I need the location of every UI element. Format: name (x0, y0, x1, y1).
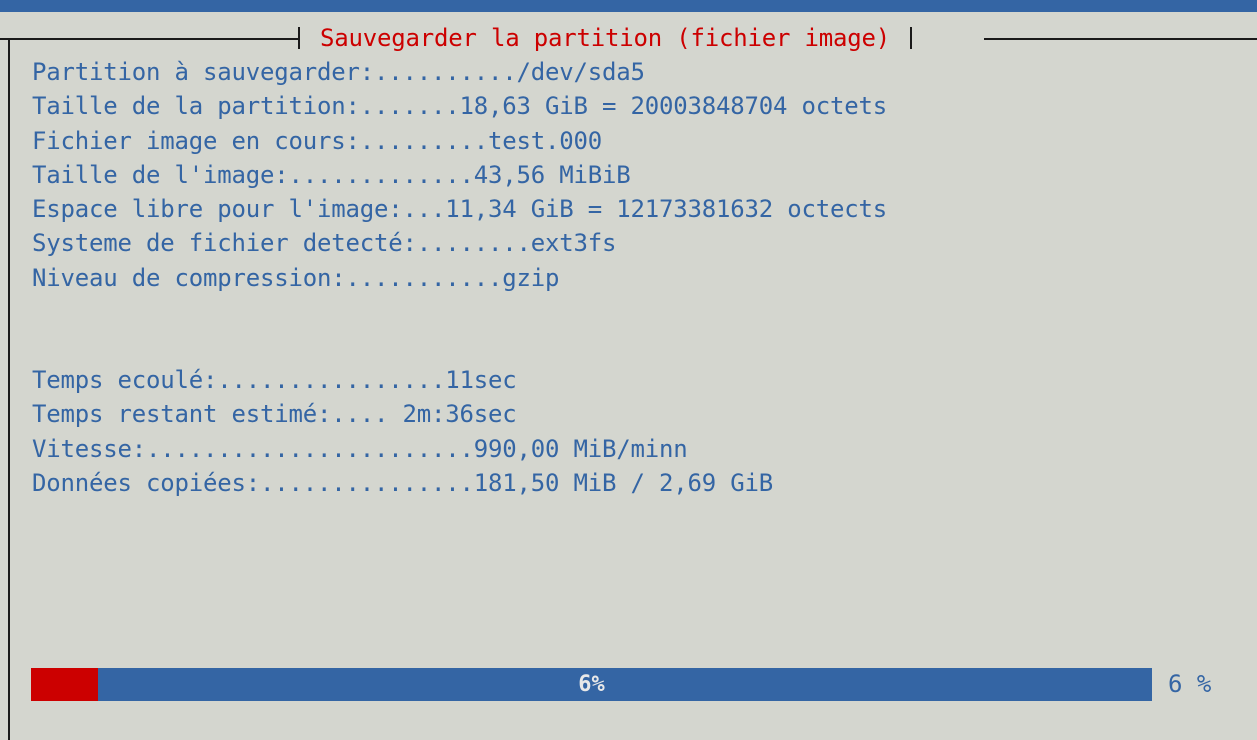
frame-left-line (8, 38, 10, 740)
frame-top-left-line (0, 38, 298, 40)
stat-elapsed-time: Temps ecoulé:................11sec (32, 366, 517, 394)
stat-data-copied: Données copiées:...............181,50 Mi… (32, 468, 773, 497)
info-filesystem: Systeme de fichier detecté:........ext3f… (32, 229, 617, 258)
frame-top-right-line (984, 38, 1257, 40)
title-right-tick (909, 27, 912, 49)
dialog-title: Sauvegarder la partition (fichier image) (320, 24, 890, 52)
progress-bar: 6% (31, 668, 1152, 701)
top-border-bar (0, 0, 1257, 12)
stat-remaining-time: Temps restant estimé:.... 2m:36sec (32, 400, 517, 429)
info-free-space: Espace libre pour l'image:...11,34 GiB =… (32, 195, 887, 224)
info-image-size: Taille de l'image:.............43,56 MiB… (32, 160, 631, 189)
info-image-file: Fichier image en cours:.........test.000 (32, 126, 602, 155)
progress-stats-list: Temps ecoulé:................11sec Temps… (32, 363, 773, 500)
stat-speed: Vitesse:.......................990,00 Mi… (32, 434, 688, 463)
progress-bar-label: 6% (578, 672, 605, 697)
partition-info-list: Partition à sauvegarder:........../dev/s… (32, 55, 887, 295)
info-partition: Partition à sauvegarder:........../dev/s… (32, 58, 645, 86)
progress-percent-text: 6 % (1168, 670, 1212, 698)
info-partition-size: Taille de la partition:.......18,63 GiB … (32, 92, 887, 121)
info-compression: Niveau de compression:...........gzip (32, 263, 560, 292)
dialog-title-bar: Sauvegarder la partition (fichier image) (298, 20, 912, 56)
